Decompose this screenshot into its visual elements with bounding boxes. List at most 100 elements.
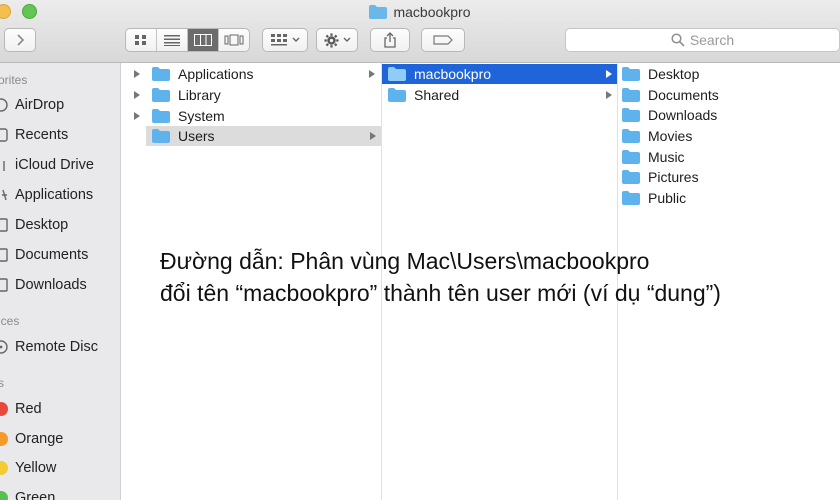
sidebar: orites AirDrop Recents iCloud Drive Appl… (0, 63, 121, 500)
column-item-shared[interactable]: Shared (382, 85, 617, 105)
column-item-downloads[interactable]: Downloads (622, 105, 832, 125)
column-item-documents[interactable]: Documents (622, 85, 832, 105)
gear-icon (323, 32, 339, 48)
title-bar: macbookpro Search (0, 0, 840, 63)
columns-icon (194, 34, 212, 46)
column-item-label: Desktop (648, 66, 700, 82)
view-mode-selector (125, 28, 250, 52)
forward-button[interactable] (4, 28, 36, 52)
column-item-label: Applications (178, 66, 254, 82)
yellow-tag-dot (0, 461, 8, 475)
column-item-pictures[interactable]: Pictures (622, 167, 832, 187)
instruction-caption: Đường dẫn: Phân vùng Mac\Users\macbookpr… (160, 245, 721, 309)
downloads-icon (0, 277, 8, 293)
shared-folder-icon (388, 88, 406, 102)
sidebar-item-label: Green (15, 490, 56, 500)
pictures-folder-icon (622, 170, 640, 184)
sidebar-item-label: Applications (15, 187, 94, 203)
sidebar-item-downloads[interactable]: Downloads (0, 274, 87, 296)
folder-icon (369, 5, 388, 22)
recents-icon (0, 127, 8, 143)
column-item-label: Documents (648, 87, 719, 103)
disclosure-triangle-icon (134, 70, 140, 78)
column-item-label: Pictures (648, 169, 699, 185)
music-folder-icon (622, 150, 640, 164)
action-button[interactable] (316, 28, 358, 52)
column-item-label: Public (648, 190, 687, 206)
column-item-users[interactable]: Users (146, 126, 381, 146)
column-item-movies[interactable]: Movies (622, 126, 832, 146)
share-icon (384, 32, 396, 48)
chevron-right-icon (17, 34, 25, 46)
share-button[interactable] (370, 28, 410, 52)
search-field[interactable]: Search (565, 28, 840, 52)
column-item-music[interactable]: Music (622, 147, 832, 167)
column-view-button[interactable] (188, 29, 219, 51)
column-item-macbookpro[interactable]: macbookpro (382, 64, 617, 84)
desktop-folder-icon (622, 67, 640, 81)
column-item-applications[interactable]: Applications (120, 64, 381, 84)
sidebar-item-label: Red (15, 401, 42, 417)
sidebar-item-recents[interactable]: Recents (0, 124, 68, 146)
column-item-public[interactable]: Public (622, 188, 832, 208)
public-folder-icon (622, 191, 640, 205)
window-title-text: macbookpro (393, 4, 471, 20)
applications-icon (0, 187, 8, 203)
disclosure-triangle-icon (606, 70, 612, 78)
sidebar-item-label: AirDrop (15, 97, 65, 113)
column-item-label: Library (178, 87, 221, 103)
movies-folder-icon (622, 129, 640, 143)
sidebar-tag-yellow[interactable]: Yellow (0, 457, 56, 479)
grid-icon (135, 35, 146, 45)
gallery-view-button[interactable] (219, 29, 249, 51)
search-icon (671, 33, 685, 47)
list-view-button[interactable] (157, 29, 188, 51)
arrange-button[interactable] (262, 28, 308, 52)
sidebar-item-icloud-drive[interactable]: iCloud Drive (0, 154, 94, 176)
sidebar-header-favorites: orites (0, 73, 28, 87)
column-item-desktop[interactable]: Desktop (622, 64, 832, 84)
library-folder-icon (152, 88, 170, 102)
sidebar-item-label: Recents (15, 127, 69, 143)
sidebar-header-tags: s (0, 376, 4, 390)
downloads-folder-icon (622, 108, 640, 122)
sidebar-tag-orange[interactable]: Orange (0, 428, 63, 450)
sidebar-header-devices: ices (0, 314, 20, 328)
sidebar-item-label: Remote Disc (15, 339, 98, 355)
system-folder-icon (152, 109, 170, 123)
sidebar-item-label: Downloads (15, 277, 87, 293)
icon-view-button[interactable] (126, 29, 157, 51)
sidebar-tag-green[interactable]: Green (0, 487, 55, 500)
cover-flow-icon (224, 34, 244, 46)
column-item-label: Music (648, 149, 685, 165)
sidebar-item-airdrop[interactable]: AirDrop (0, 94, 64, 116)
sidebar-item-label: Orange (15, 431, 64, 447)
documents-icon (0, 247, 8, 263)
column-item-label: Users (178, 128, 215, 144)
column-item-library[interactable]: Library (120, 85, 381, 105)
sidebar-tag-red[interactable]: Red (0, 398, 42, 420)
column-item-label: Downloads (648, 107, 718, 123)
documents-folder-icon (622, 88, 640, 102)
sidebar-item-applications[interactable]: Applications (0, 184, 93, 206)
disclosure-triangle-icon (134, 91, 140, 99)
icloud-icon (0, 157, 8, 173)
sidebar-item-documents[interactable]: Documents (0, 244, 88, 266)
column-item-label: Shared (414, 87, 460, 103)
window-title: macbookpro (0, 4, 840, 22)
column-item-label: Movies (648, 128, 693, 144)
green-tag-dot (0, 491, 8, 500)
disclosure-triangle-icon (369, 70, 375, 78)
applications-folder-icon (152, 67, 170, 81)
chevron-down-icon (343, 37, 350, 42)
sidebar-item-label: Documents (15, 247, 89, 263)
disclosure-triangle-icon (370, 132, 376, 140)
column-item-system[interactable]: System (120, 106, 381, 126)
red-tag-dot (0, 402, 8, 416)
column-item-label: macbookpro (414, 66, 492, 82)
users-folder-icon (152, 129, 170, 143)
sidebar-item-desktop[interactable]: Desktop (0, 214, 68, 236)
edit-tags-button[interactable] (421, 28, 465, 52)
sidebar-item-remote-disc[interactable]: Remote Disc (0, 336, 98, 358)
caption-line-2: đổi tên “macbookpro” thành tên user mới … (160, 280, 721, 306)
